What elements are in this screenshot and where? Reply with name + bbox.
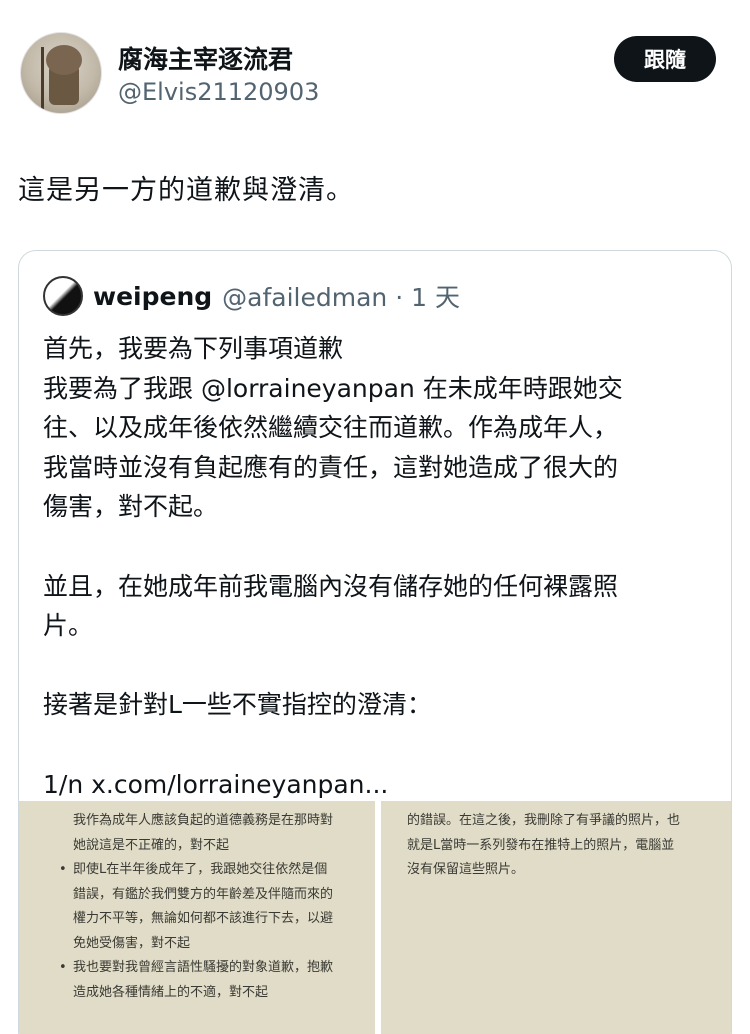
quoted-text-line: 片。 xyxy=(43,611,94,641)
quoted-text-line: 我要為了我跟 @lorraineyanpan 在未成年時跟她交 xyxy=(43,373,623,403)
image-text-line: 就是L當時一系列發布在推特上的照片，電腦並 xyxy=(407,837,675,853)
quoted-tweet-text: 首先，我要為下列事項道歉我要為了我跟 @lorraineyanpan 在未成年時… xyxy=(43,329,703,804)
tweet-header: 腐海主宰逐流君 @Elvis21120903 跟隨 xyxy=(0,0,750,130)
image-text-line: 沒有保留這些照片。 xyxy=(407,862,525,877)
quoted-text-line: 往、以及成年後依然繼續交往而道歉。作為成年人， xyxy=(43,413,619,443)
author-avatar[interactable] xyxy=(20,32,102,114)
quoted-tweet-header: weipeng @afailedman · 1 天 xyxy=(43,276,460,316)
image-text-line: 造成她各種情緒上的不適，對不起 xyxy=(73,984,269,1000)
quoted-author-avatar[interactable] xyxy=(43,276,83,316)
image-1-text: 我作為成年人應該負起的道德義務是在那時對她說這是不正確的，對不起即使L在半年後成… xyxy=(59,809,359,1005)
image-text-line: 我作為成年人應該負起的道德義務是在那時對 xyxy=(73,813,334,828)
image-2-text: 的錯誤。在這之後，我刪除了有爭議的照片，也 就是L當時一系列發布在推特上的照片，電… xyxy=(407,809,727,883)
attached-image-1[interactable]: 我作為成年人應該負起的道德義務是在那時對她說這是不正確的，對不起即使L在半年後成… xyxy=(19,801,375,1034)
image-text-line: 錯誤，有鑑於我們雙方的年齡差及伴隨而來的 xyxy=(73,886,334,902)
quoted-tweet[interactable]: weipeng @afailedman · 1 天 首先，我要為下列事項道歉我要… xyxy=(18,250,732,1034)
quoted-text-line: 接著是針對L一些不實指控的澄清： xyxy=(43,690,432,720)
quoted-tweet-images: 我作為成年人應該負起的道德義務是在那時對她說這是不正確的，對不起即使L在半年後成… xyxy=(19,801,731,1034)
attached-image-2[interactable]: 的錯誤。在這之後，我刪除了有爭議的照片，也 就是L當時一系列發布在推特上的照片，電… xyxy=(381,801,731,1034)
quoted-text-line: 我當時並沒有負起應有的責任，這對她造成了很大的 xyxy=(43,452,619,482)
quoted-author-handle-time: @afailedman · 1 天 xyxy=(222,283,460,312)
image-text-line: 免她受傷害，對不起 xyxy=(73,935,191,951)
image-bullet-line: 我也要對我曾經言語性騷擾的對象道歉，抱歉 xyxy=(59,956,359,981)
follow-button[interactable]: 跟隨 xyxy=(614,36,716,82)
author-name[interactable]: 腐海主宰逐流君 xyxy=(118,40,293,76)
quoted-text-line: 1/n x.com/lorraineyanpan... xyxy=(43,769,389,799)
image-text-line: 她說這是不正確的，對不起 xyxy=(73,837,230,853)
image-text-line: 權力不平等，無論如何都不該進行下去，以避 xyxy=(73,911,334,926)
quoted-text-line: 首先，我要為下列事項道歉 xyxy=(43,334,344,363)
image-bullet-line: 即使L在半年後成年了，我跟她交往依然是個 xyxy=(59,858,359,883)
quoted-text-line: 傷害，對不起。 xyxy=(43,492,219,522)
author-handle[interactable]: @Elvis21120903 xyxy=(118,78,319,106)
quoted-text-line: 並且，在她成年前我電腦內沒有儲存她的任何裸露照 xyxy=(43,571,619,601)
quoted-author-name[interactable]: weipeng xyxy=(93,282,212,311)
image-text-line: 的錯誤。在這之後，我刪除了有爭議的照片，也 xyxy=(407,813,681,828)
post-text: 這是另一方的道歉與澄清。 xyxy=(18,175,354,206)
